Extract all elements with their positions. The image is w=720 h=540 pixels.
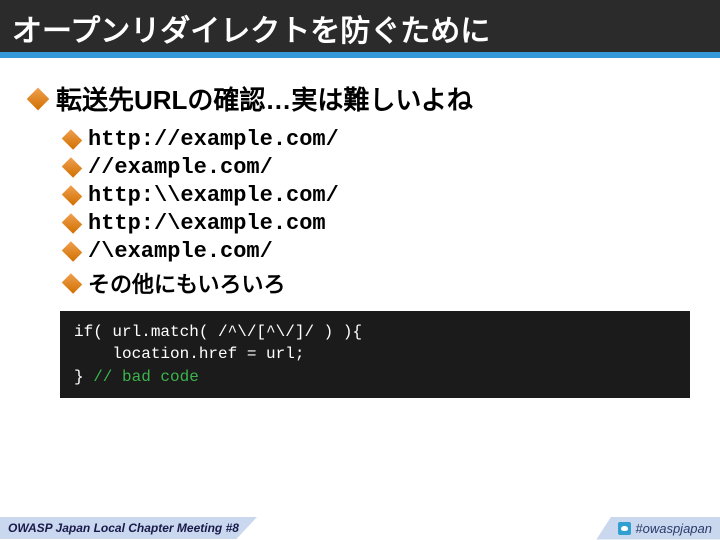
list-item-text: /\example.com/ bbox=[88, 239, 273, 264]
hashtag: #owaspjapan bbox=[635, 521, 712, 536]
diamond-icon bbox=[62, 273, 83, 294]
diamond-icon bbox=[62, 129, 83, 150]
list-item-text: http:/\example.com bbox=[88, 211, 326, 236]
list-item: その他にもいろいろ bbox=[64, 267, 690, 299]
slide-title: オープンリダイレクトを防ぐために bbox=[12, 6, 708, 50]
list-item: http:/\example.com bbox=[64, 211, 690, 236]
list-item-text: http:\\example.com/ bbox=[88, 183, 339, 208]
list-item: http:\\example.com/ bbox=[64, 183, 690, 208]
code-line: if( url.match( /^\/[^\/]/ ) ){ bbox=[74, 323, 362, 341]
code-comment: // bad code bbox=[93, 368, 199, 386]
footer: OWASP Japan Local Chapter Meeting #8 #ow… bbox=[0, 516, 720, 540]
diamond-icon bbox=[62, 185, 83, 206]
list-item-text: その他にもいろいろ bbox=[88, 267, 286, 299]
content-area: 転送先URLの確認…実は難しいよね http://example.com/ //… bbox=[0, 58, 720, 540]
list-item: //example.com/ bbox=[64, 155, 690, 180]
code-line: } bbox=[74, 368, 93, 386]
title-bar: オープンリダイレクトを防ぐために bbox=[0, 0, 720, 52]
list-item: /\example.com/ bbox=[64, 239, 690, 264]
list-item: http://example.com/ bbox=[64, 127, 690, 152]
twitter-icon bbox=[618, 522, 631, 535]
list-item-text: //example.com/ bbox=[88, 155, 273, 180]
footer-right: #owaspjapan bbox=[596, 517, 720, 540]
diamond-icon bbox=[62, 157, 83, 178]
diamond-icon bbox=[62, 213, 83, 234]
diamond-icon bbox=[27, 87, 50, 110]
code-block: if( url.match( /^\/[^\/]/ ) ){ location.… bbox=[60, 311, 690, 398]
diamond-icon bbox=[62, 241, 83, 262]
footer-left: OWASP Japan Local Chapter Meeting #8 bbox=[0, 517, 257, 539]
section-heading: 転送先URLの確認…実は難しいよね bbox=[30, 80, 690, 117]
list-item-text: http://example.com/ bbox=[88, 127, 339, 152]
url-list: http://example.com/ //example.com/ http:… bbox=[30, 127, 690, 299]
code-line: location.href = url; bbox=[74, 345, 304, 363]
heading-text: 転送先URLの確認…実は難しいよね bbox=[56, 80, 473, 117]
